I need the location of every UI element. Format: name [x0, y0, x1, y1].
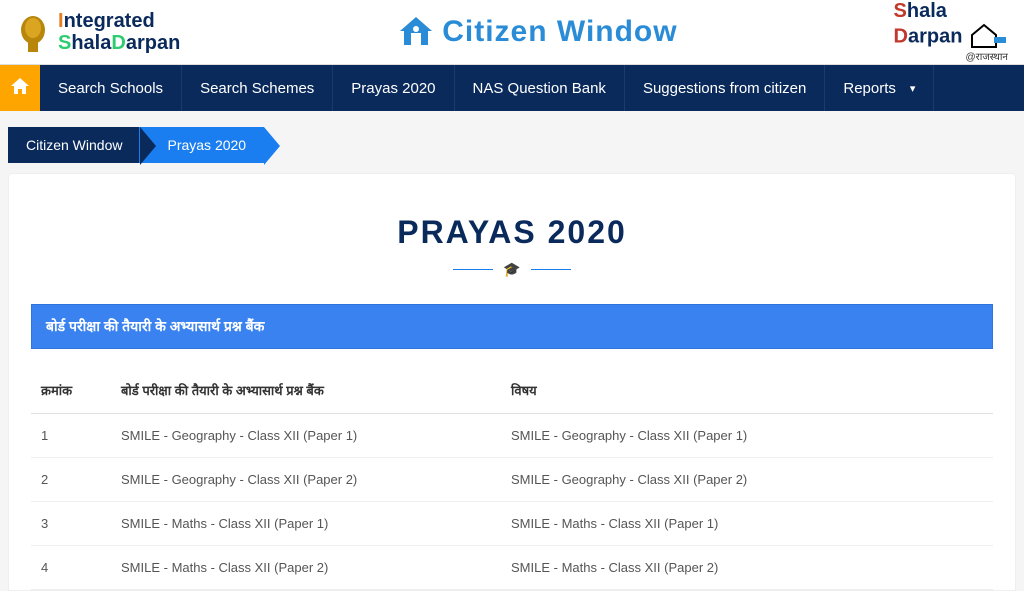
logo-text: arpan — [908, 25, 962, 47]
logo-letter: D — [894, 25, 908, 47]
divider-line-icon — [453, 269, 493, 270]
logo-letter: D — [111, 32, 125, 54]
logo-text: arpan — [126, 32, 180, 54]
national-emblem-icon — [16, 10, 50, 54]
breadcrumb-label: Prayas 2020 — [167, 137, 246, 153]
table-header-sn: क्रमांक — [31, 367, 111, 414]
cell-subject[interactable]: SMILE - Maths - Class XII (Paper 2) — [501, 546, 993, 590]
graduation-cap-icon: 🎓 — [503, 261, 520, 278]
title-divider: 🎓 — [31, 261, 993, 278]
cell-sn: 4 — [31, 546, 111, 590]
logo-left: Integrated ShalaDarpan — [16, 10, 180, 54]
logo-text: ntegrated — [64, 10, 155, 32]
table-header-subject: विषय — [501, 367, 993, 414]
table-row: 1 SMILE - Geography - Class XII (Paper 1… — [31, 414, 993, 458]
cell-sn: 1 — [31, 414, 111, 458]
table-row: 4 SMILE - Maths - Class XII (Paper 2) SM… — [31, 546, 993, 590]
center-title: Citizen Window — [442, 15, 677, 49]
nav-prayas-2020[interactable]: Prayas 2020 — [333, 65, 454, 111]
logo-left-text: Integrated ShalaDarpan — [58, 10, 180, 54]
site-header: Integrated ShalaDarpan Citizen Window Sh… — [0, 0, 1024, 65]
cell-subject[interactable]: SMILE - Geography - Class XII (Paper 1) — [501, 414, 993, 458]
logo-right: Shala Darpan @राजस्थान — [894, 1, 1008, 63]
house2-icon — [968, 21, 1008, 53]
nav-nas-question-bank[interactable]: NAS Question Bank — [455, 65, 625, 111]
divider-line-icon — [531, 269, 571, 270]
table-row: 2 SMILE - Geography - Class XII (Paper 2… — [31, 458, 993, 502]
page-title: PRAYAS 2020 — [31, 214, 993, 251]
cell-desc[interactable]: SMILE - Geography - Class XII (Paper 1) — [111, 414, 501, 458]
logo-text: hala — [71, 32, 111, 54]
nav-label: Suggestions from citizen — [643, 80, 806, 97]
home-icon — [11, 78, 29, 99]
content-card: PRAYAS 2020 🎓 बोर्ड परीक्षा की तैयारी के… — [8, 173, 1016, 591]
cell-desc[interactable]: SMILE - Maths - Class XII (Paper 1) — [111, 502, 501, 546]
cell-desc[interactable]: SMILE - Geography - Class XII (Paper 2) — [111, 458, 501, 502]
cell-subject[interactable]: SMILE - Geography - Class XII (Paper 2) — [501, 458, 993, 502]
table-row: 3 SMILE - Maths - Class XII (Paper 1) SM… — [31, 502, 993, 546]
nav-label: Prayas 2020 — [351, 80, 435, 97]
logo-letter: S — [58, 32, 71, 54]
logo-letter: S — [894, 0, 907, 22]
logo-center: Citizen Window — [396, 15, 677, 49]
breadcrumb-label: Citizen Window — [26, 137, 122, 153]
nav-label: Reports — [843, 80, 896, 97]
cell-sn: 3 — [31, 502, 111, 546]
breadcrumb-citizen-window[interactable]: Citizen Window — [8, 127, 140, 163]
nav-label: Search Schools — [58, 80, 163, 97]
cell-sn: 2 — [31, 458, 111, 502]
logo-sub: @राजस्थान — [894, 53, 1008, 63]
table-header-desc: बोर्ड परीक्षा की तैयारी के अभ्यासार्थ प्… — [111, 367, 501, 414]
logo-text: hala — [907, 0, 947, 22]
cell-desc[interactable]: SMILE - Maths - Class XII (Paper 2) — [111, 546, 501, 590]
breadcrumb-prayas-2020[interactable]: Prayas 2020 — [139, 127, 264, 163]
chevron-down-icon: ▾ — [910, 82, 916, 95]
nav-search-schemes[interactable]: Search Schemes — [182, 65, 333, 111]
breadcrumb: Citizen Window Prayas 2020 — [0, 111, 1024, 173]
question-bank-table: क्रमांक बोर्ड परीक्षा की तैयारी के अभ्या… — [31, 367, 993, 590]
house-icon — [396, 15, 436, 49]
nav-suggestions[interactable]: Suggestions from citizen — [625, 65, 825, 111]
nav-home[interactable] — [0, 65, 40, 111]
cell-subject[interactable]: SMILE - Maths - Class XII (Paper 1) — [501, 502, 993, 546]
nav-label: NAS Question Bank — [473, 80, 606, 97]
main-nav: Search Schools Search Schemes Prayas 202… — [0, 65, 1024, 111]
nav-reports[interactable]: Reports ▾ — [825, 65, 934, 111]
section-heading: बोर्ड परीक्षा की तैयारी के अभ्यासार्थ प्… — [31, 304, 993, 349]
nav-label: Search Schemes — [200, 80, 314, 97]
nav-search-schools[interactable]: Search Schools — [40, 65, 182, 111]
